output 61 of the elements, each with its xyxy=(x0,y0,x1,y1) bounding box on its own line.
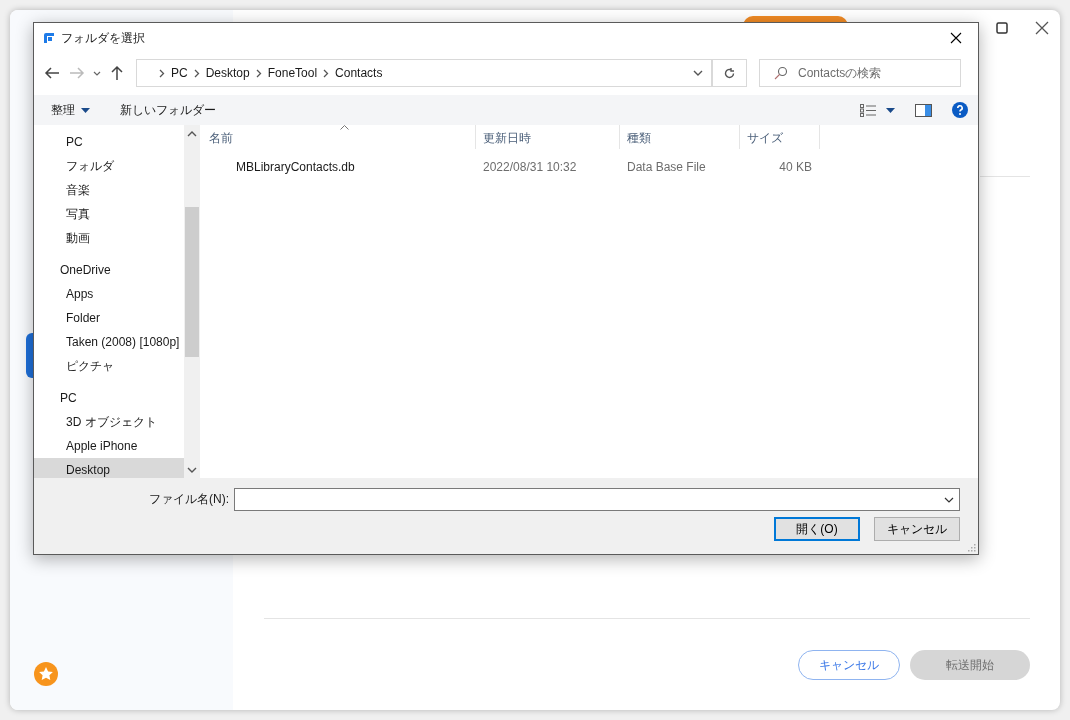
file-name: MBLibraryContacts.db xyxy=(235,160,356,174)
address-bar[interactable]: PC Desktop FoneTool Contacts xyxy=(136,59,713,87)
nav-item[interactable]: PC xyxy=(34,386,184,410)
view-list-icon[interactable] xyxy=(860,103,876,117)
file-date: 2022/08/31 10:32 xyxy=(482,160,578,174)
cancel-button[interactable]: キャンセル xyxy=(798,650,900,680)
close-icon[interactable] xyxy=(950,32,962,44)
nav-item[interactable]: Apple iPhone xyxy=(34,434,184,458)
search-field[interactable]: Contactsの検索 xyxy=(759,59,961,87)
preview-pane-icon[interactable] xyxy=(915,103,932,117)
breadcrumb-item[interactable]: PC xyxy=(171,66,188,80)
nav-item[interactable]: フォルダ xyxy=(34,154,184,178)
scrollbar[interactable] xyxy=(184,125,200,478)
search-icon xyxy=(774,66,788,80)
chevron-down-icon[interactable] xyxy=(693,70,703,76)
new-folder-button[interactable]: 新しいフォルダー xyxy=(120,101,216,119)
nav-item[interactable]: ピクチャ xyxy=(34,354,184,378)
refresh-icon[interactable] xyxy=(723,66,736,80)
caret-icon[interactable] xyxy=(886,107,895,113)
chevron-right-icon xyxy=(323,68,330,78)
breadcrumb-item[interactable]: FoneTool xyxy=(267,66,318,80)
scroll-up-icon[interactable] xyxy=(187,130,197,137)
nav-item[interactable]: 音楽 xyxy=(34,178,184,202)
organize-menu[interactable]: 整理 xyxy=(51,101,90,119)
chevron-right-icon xyxy=(193,68,200,78)
nav-item[interactable]: Desktop xyxy=(34,458,184,478)
refresh-button[interactable] xyxy=(713,59,747,87)
nav-item[interactable]: Apps xyxy=(34,282,184,306)
nav-item[interactable]: OneDrive xyxy=(34,258,184,282)
cancel-button[interactable]: キャンセル xyxy=(874,517,960,541)
nav-item[interactable]: PC xyxy=(34,130,184,154)
nav-item[interactable]: Taken (2008) [1080p] xyxy=(34,330,184,354)
column-header[interactable]: 名前 xyxy=(202,125,476,149)
caret-icon[interactable] xyxy=(81,107,90,113)
chevron-right-icon xyxy=(255,68,262,78)
dialog-title: フォルダを選択 xyxy=(61,29,146,47)
column-header[interactable]: 種類 xyxy=(620,125,740,149)
column-header[interactable]: 更新日時 xyxy=(476,125,620,149)
nav-item[interactable]: Folder xyxy=(34,306,184,330)
chevron-down-icon[interactable] xyxy=(944,496,954,503)
file-type: Data Base File xyxy=(626,160,707,174)
chevron-right-icon xyxy=(159,68,165,78)
resize-grip-icon[interactable] xyxy=(967,543,976,552)
scrollbar-thumb[interactable] xyxy=(185,207,199,357)
nav-item[interactable]: 動画 xyxy=(34,226,184,250)
file-name-field[interactable] xyxy=(234,488,960,511)
sort-caret-icon xyxy=(340,125,349,130)
breadcrumb-item[interactable]: Contacts xyxy=(335,66,383,80)
open-button[interactable]: 開く(O) xyxy=(774,517,860,541)
nav-item[interactable]: 3D オブジェクト xyxy=(34,410,184,434)
file-size: 40 KB xyxy=(778,160,813,174)
close-icon[interactable] xyxy=(1034,20,1050,36)
file-name-label: ファイル名(N): xyxy=(149,491,229,508)
maximize-icon[interactable] xyxy=(994,20,1010,36)
column-header[interactable]: サイズ xyxy=(740,125,820,149)
file-row[interactable]: MBLibraryContacts.db 2022/08/31 10:32 Data Base File 40 KB xyxy=(202,156,978,178)
scroll-down-icon[interactable] xyxy=(187,467,197,474)
app-icon xyxy=(43,32,55,44)
help-icon[interactable] xyxy=(952,102,968,118)
nav-item[interactable]: 写真 xyxy=(34,202,184,226)
breadcrumb-item[interactable]: Desktop xyxy=(205,66,250,80)
